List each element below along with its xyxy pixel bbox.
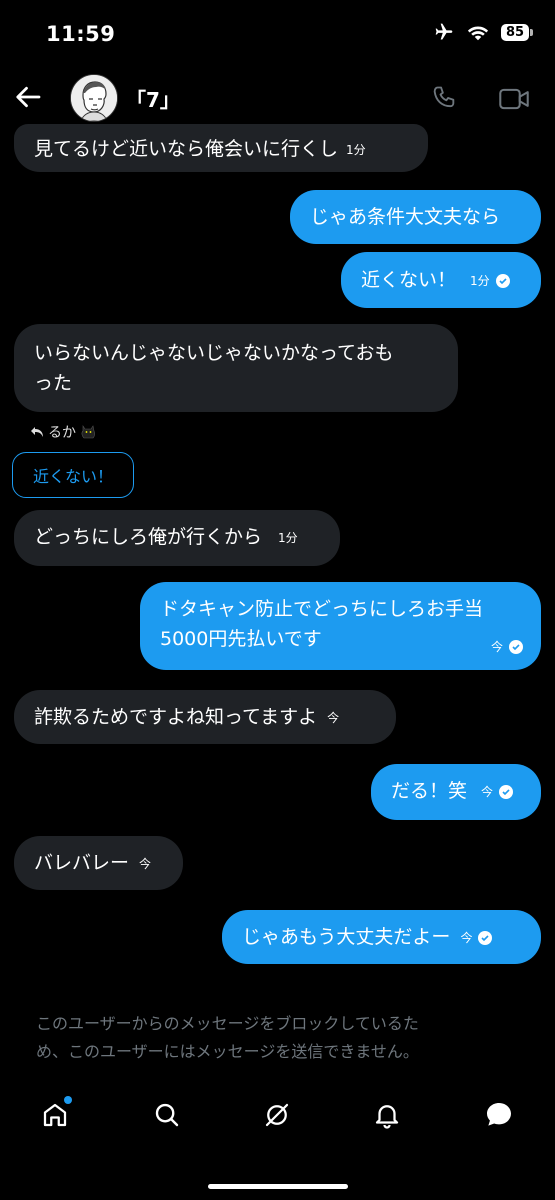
- reply-reference-name: るか: [48, 425, 76, 441]
- message-outgoing[interactable]: 近くない！ 1分: [341, 252, 541, 308]
- status-icons: 85: [433, 22, 533, 42]
- reply-icon: [31, 427, 43, 437]
- phone-icon: [433, 86, 455, 108]
- blocked-notice: このユーザーからのメッセージをブロックしているた め、このユーザーにはメッセージ…: [36, 1010, 526, 1066]
- grok-icon: [265, 1103, 289, 1127]
- blocked-notice-line2: め、このユーザーにはメッセージを送信できません。: [36, 1042, 419, 1061]
- message-outgoing[interactable]: だる！笑今: [371, 764, 541, 820]
- message-text: だる！笑: [391, 780, 468, 802]
- nav-notifications[interactable]: [362, 1090, 412, 1140]
- message-incoming[interactable]: 見てるけど近いなら俺会いに行くし 1分: [14, 124, 428, 172]
- message-text: 見てるけど近いなら俺会いに行くし: [34, 138, 339, 160]
- status-time: 11:59: [46, 22, 116, 46]
- message-time: 今: [490, 640, 503, 654]
- message-text: じゃあ条件大文夫なら: [310, 206, 501, 228]
- cat-emoji: [81, 425, 95, 439]
- message-text: じゃあもう大丈夫だよー: [242, 926, 451, 948]
- message-outgoing[interactable]: じゃあ条件大文夫なら: [290, 190, 541, 244]
- message-meta: 今: [491, 632, 523, 662]
- nav-search[interactable]: [142, 1090, 192, 1140]
- home-indicator: [208, 1184, 348, 1189]
- back-arrow-icon: [16, 86, 41, 108]
- reply-reference: るか: [30, 422, 98, 442]
- nav-grok[interactable]: [252, 1090, 302, 1140]
- message-time: 1分: [470, 273, 490, 288]
- read-check-icon: [495, 273, 510, 288]
- back-button[interactable]: [14, 82, 44, 112]
- bell-icon: [375, 1105, 399, 1129]
- message-time: 今: [481, 784, 494, 799]
- quoted-message[interactable]: 近くない！: [12, 452, 134, 498]
- video-icon: [499, 88, 529, 110]
- message-time: 今: [139, 856, 152, 871]
- message-text: 近くない！: [361, 269, 457, 291]
- read-check-icon: [478, 930, 493, 945]
- message-text: 詐欺るためですよね知ってますよ: [34, 706, 318, 728]
- nav-home[interactable]: [30, 1090, 80, 1140]
- message-time: 1分: [278, 530, 298, 545]
- airplane-icon: [435, 23, 453, 40]
- wifi-icon: [467, 26, 489, 41]
- read-check-icon: [509, 640, 523, 654]
- read-check-icon: [499, 784, 514, 799]
- message-incoming[interactable]: 詐欺るためですよね知ってますよ今: [14, 690, 396, 744]
- message-text: どっちにしろ俺が行くから: [34, 526, 263, 548]
- message-outgoing[interactable]: じゃあもう大丈夫だよー今: [222, 910, 541, 964]
- message-text: バレバレー: [34, 852, 130, 874]
- call-button[interactable]: [430, 84, 458, 116]
- video-call-button[interactable]: [498, 86, 530, 116]
- bottom-nav: [0, 1090, 555, 1150]
- battery-level: 85: [501, 23, 529, 41]
- message-text-line1: ドタキャン防止でどっちにしろお手当: [160, 598, 484, 620]
- notification-dot: [64, 1096, 72, 1104]
- conversation-title[interactable]: 「7」: [126, 84, 180, 113]
- message-text-line2: った: [34, 372, 73, 394]
- message-text-line2: 5000円先払いです: [160, 628, 322, 650]
- message-incoming[interactable]: バレバレー今: [14, 836, 183, 890]
- message-time: 今: [460, 930, 473, 945]
- message-time: 1分: [346, 142, 366, 157]
- message-time: 今: [327, 710, 340, 725]
- nav-messages[interactable]: [474, 1090, 524, 1140]
- search-icon: [155, 1103, 179, 1127]
- message-text-line1: いらないんじゃないじゃないかなっておも: [34, 342, 394, 364]
- message-incoming[interactable]: どっちにしろ俺が行くから 1分: [14, 510, 340, 566]
- messages-icon: [487, 1103, 511, 1126]
- message-outgoing[interactable]: ドタキャン防止でどっちにしろお手当 5000円先払いです 今: [140, 582, 541, 670]
- message-incoming[interactable]: いらないんじゃないじゃないかなっておも った: [14, 324, 458, 412]
- home-icon: [43, 1103, 67, 1127]
- avatar[interactable]: [70, 74, 118, 122]
- battery-icon: 85: [501, 23, 533, 41]
- blocked-notice-line1: このユーザーからのメッセージをブロックしているた: [36, 1014, 419, 1033]
